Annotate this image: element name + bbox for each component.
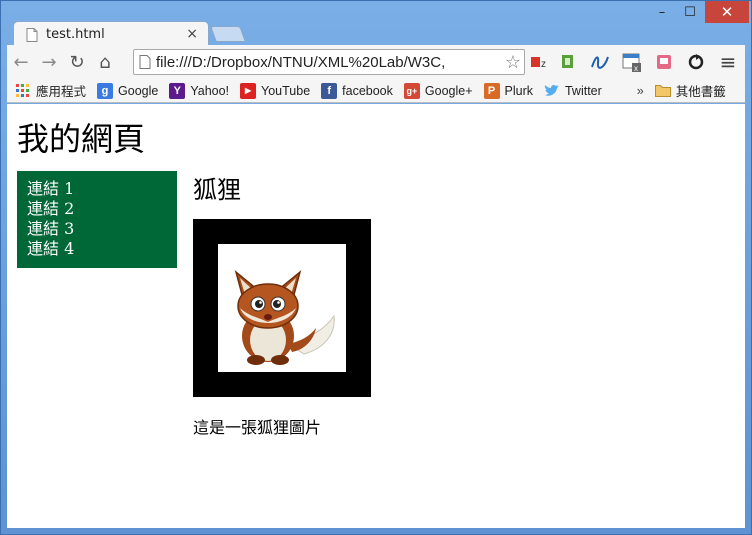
minimize-button[interactable]: – bbox=[649, 1, 675, 23]
page-title: 我的網頁 bbox=[17, 120, 146, 158]
bookmark-apps[interactable]: 應用程式 bbox=[15, 81, 86, 100]
bookmark-twitter[interactable]: Twitter bbox=[544, 83, 602, 99]
image-caption: 這是一張狐狸圖片 bbox=[193, 418, 322, 437]
maximize-button[interactable]: ☐ bbox=[677, 1, 703, 23]
nav-link-1[interactable]: 連結 1 bbox=[27, 179, 167, 199]
nav-menu: 連結 1 連結 2 連結 3 連結 4 bbox=[17, 171, 177, 268]
bookmark-label: Google bbox=[118, 83, 159, 98]
section-heading: 狐狸 bbox=[193, 176, 241, 204]
bookmark-label: Google+ bbox=[424, 83, 473, 98]
bookmark-label: 應用程式 bbox=[36, 85, 87, 99]
tab-test-html[interactable]: test.html × bbox=[13, 21, 209, 46]
address-bar[interactable]: ☆ bbox=[133, 49, 525, 75]
image-frame bbox=[193, 219, 371, 397]
nav-link-4[interactable]: 連結 4 bbox=[27, 239, 167, 259]
fox-image bbox=[218, 244, 346, 372]
apps-icon bbox=[15, 83, 31, 99]
bookmark-google[interactable]: g Google bbox=[97, 82, 159, 99]
menu-button[interactable]: ≡ bbox=[717, 50, 739, 74]
svg-text:z: z bbox=[541, 59, 546, 70]
browser-toolbar: ← → ↻ ⌂ ☆ z x ≡ bbox=[7, 45, 745, 79]
nav-link-2[interactable]: 連結 2 bbox=[27, 199, 167, 219]
google-plus-icon: g+ bbox=[403, 82, 420, 99]
plurk-icon: P bbox=[483, 82, 500, 99]
home-button[interactable]: ⌂ bbox=[91, 48, 119, 76]
close-window-button[interactable]: ✕ bbox=[705, 1, 749, 23]
twitter-icon bbox=[544, 83, 560, 99]
svg-text:x: x bbox=[634, 64, 638, 73]
back-button[interactable]: ← bbox=[7, 48, 35, 76]
extension-puzzle-icon[interactable] bbox=[557, 51, 579, 73]
bookmarks-bar: 應用程式 g Google Y Yahoo! ▶ YouTube f faceb… bbox=[7, 79, 745, 103]
bookmark-label: Yahoo! bbox=[190, 83, 230, 98]
bookmark-label: YouTube bbox=[261, 83, 311, 98]
facebook-icon: f bbox=[321, 82, 338, 99]
forward-button[interactable]: → bbox=[35, 48, 63, 76]
extension-oz-icon[interactable]: z bbox=[529, 51, 551, 73]
bookmark-youtube[interactable]: ▶ YouTube bbox=[240, 82, 311, 99]
bookmark-label: Plurk bbox=[504, 83, 533, 98]
browser-window: test.html × – ☐ ✕ ← → ↻ ⌂ ☆ z x bbox=[0, 0, 752, 535]
google-icon: g bbox=[97, 82, 114, 99]
main-section: 狐狸 這是一張狐狸圖片 bbox=[193, 170, 371, 437]
tab-close-icon[interactable]: × bbox=[186, 26, 198, 42]
page-icon bbox=[26, 27, 38, 42]
bookmark-label: Twitter bbox=[564, 83, 602, 98]
bookmark-facebook[interactable]: f facebook bbox=[321, 82, 393, 99]
bookmark-plurk[interactable]: P Plurk bbox=[483, 82, 533, 99]
page-info-icon[interactable] bbox=[134, 55, 156, 69]
bookmark-label: facebook bbox=[342, 83, 393, 98]
new-tab-button[interactable] bbox=[210, 26, 246, 42]
extension-sync-icon[interactable] bbox=[685, 51, 707, 73]
youtube-icon: ▶ bbox=[240, 82, 257, 99]
url-input[interactable] bbox=[156, 53, 502, 71]
extension-signature-icon[interactable] bbox=[589, 51, 611, 73]
bookmark-yahoo[interactable]: Y Yahoo! bbox=[169, 82, 230, 99]
extension-calendar-icon[interactable]: x bbox=[621, 51, 643, 73]
page-content: 我的網頁 連結 1 連結 2 連結 3 連結 4 狐狸 這是一張狐狸圖片 bbox=[7, 104, 745, 528]
extension-evernote-icon[interactable] bbox=[653, 51, 675, 73]
reload-button[interactable]: ↻ bbox=[63, 48, 91, 76]
folder-icon bbox=[654, 83, 671, 99]
tab-strip: test.html × – ☐ ✕ bbox=[1, 1, 751, 46]
bookmark-star-icon[interactable]: ☆ bbox=[502, 52, 524, 73]
tab-title: test.html bbox=[46, 26, 105, 42]
nav-link-3[interactable]: 連結 3 bbox=[27, 219, 167, 239]
other-bookmarks-label: 其他書籤 bbox=[675, 85, 726, 99]
other-bookmarks-folder[interactable]: 其他書籤 bbox=[654, 81, 726, 100]
bookmark-google-plus[interactable]: g+ Google+ bbox=[403, 82, 473, 99]
bookmarks-overflow-button[interactable]: » bbox=[637, 84, 644, 98]
yahoo-icon: Y bbox=[169, 82, 186, 99]
